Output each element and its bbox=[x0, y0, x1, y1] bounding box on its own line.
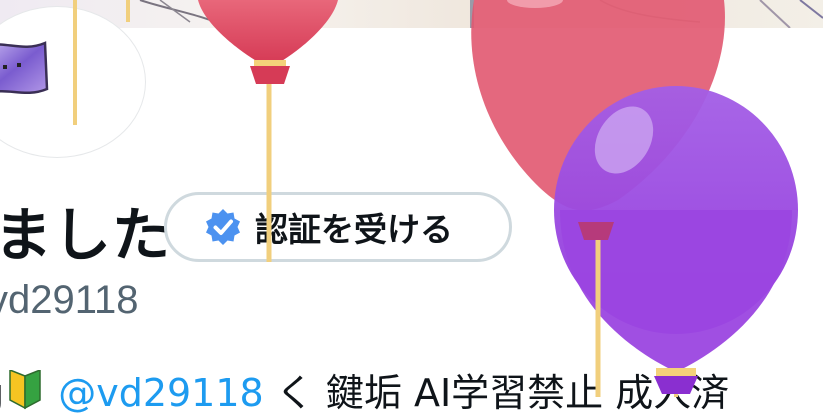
banner-artwork bbox=[139, 0, 823, 28]
beginner-leaf-icon bbox=[9, 370, 41, 410]
profile-display-name: ました bbox=[0, 201, 172, 269]
red-balloon-large bbox=[471, 0, 725, 211]
bio-text-rest: く 鍵垢 AI学習禁止 成人済 bbox=[275, 371, 730, 415]
profile-handle: vd29118 bbox=[0, 278, 139, 322]
bio-mention-link[interactable]: @vd29118 bbox=[58, 371, 264, 415]
get-verified-label: 認証を受ける bbox=[255, 210, 453, 249]
profile-banner[interactable] bbox=[0, 0, 823, 28]
get-verified-button[interactable]: 認証を受ける bbox=[164, 192, 512, 262]
bio-text-start: g bbox=[0, 371, 4, 415]
verified-badge-icon bbox=[206, 209, 240, 245]
profile-bio: g @vd29118 く 鍵垢 AI学習禁止 成人済 bbox=[0, 362, 729, 417]
flag-icon bbox=[0, 41, 49, 95]
purple-balloon bbox=[554, 86, 798, 397]
profile-avatar[interactable] bbox=[0, 6, 146, 158]
